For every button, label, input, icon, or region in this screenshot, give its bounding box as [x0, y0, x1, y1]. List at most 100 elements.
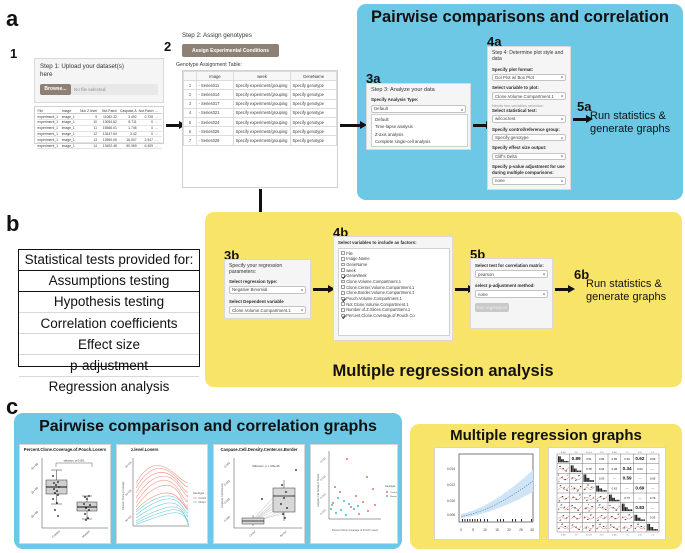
table-row[interactable]: 3- Series017 Specify experiment/grouping S… [183, 98, 337, 109]
graph-tile-boxplot-coverage: Percent.Clone.Coverage.of.Pouch.Losers 4… [19, 444, 111, 544]
geno-col-week: week [233, 70, 291, 82]
analysis-type-options-list[interactable]: Default Time-lapse analysis Z-axis analysi… [371, 113, 468, 147]
chevron-down-icon: ▾ [560, 135, 563, 141]
reg-xtick-2: 10 [483, 528, 487, 532]
reg-ytick-1: 0.010 [447, 499, 455, 503]
svg-text:Caspase Cell Density in Border: Caspase Cell Density in Border [317, 473, 320, 506]
checkbox-icon[interactable] [341, 296, 345, 301]
analysis-type-label: Specify Analysis Type: [371, 96, 419, 102]
checkbox-icon[interactable] [341, 308, 345, 312]
svg-text:4e+05: 4e+05 [30, 461, 39, 470]
scatter-correlation-svg: 0.003 0.002 0.001 0.000 Caspase Cell Den… [317, 450, 397, 532]
reg-field-value-0: Negative Binomial [232, 287, 268, 293]
svg-text:Border: Border [279, 529, 288, 537]
step-1-card: Step 1: Upload your dataset(s) here Brow… [34, 58, 164, 103]
field-select-0[interactable]: Dot Plot w/ Box Plot ▾ [492, 73, 566, 82]
correlation-value: 0.65 [650, 477, 656, 481]
step-5a-text: Run statistics & generate graphs [590, 110, 671, 135]
field-select-1[interactable]: Clone.Volume.Compartment.1 ▾ [492, 92, 566, 100]
field-label-5: Specify p-value adjustment for use durin… [492, 164, 565, 175]
analysis-type-select[interactable]: Default ▴ [371, 104, 466, 113]
analysis-option-1[interactable]: Time-lapse analysis [372, 123, 467, 131]
row-index: 5 [183, 116, 197, 128]
arrow-step1-to-step2 [166, 124, 180, 127]
correlation-value: 0.38 [612, 467, 618, 471]
row-index: 7 [183, 135, 197, 146]
svg-text:wilcoxon, p<0.001: wilcoxon, p<0.001 [64, 458, 85, 462]
checkbox-icon[interactable] [341, 313, 345, 318]
arrow-step3b-to-step4b [313, 288, 329, 291]
svg-text:0 20: 0 20 [638, 535, 642, 537]
checkbox-icon[interactable] [341, 285, 345, 289]
svg-text:2 8: 2 8 [575, 535, 578, 537]
correlation-value: 0.59 [623, 476, 632, 481]
field-select-4[interactable]: Cliff's Delta ▾ [492, 152, 566, 161]
field-select-5[interactable]: none ▾ [492, 177, 566, 185]
table-row[interactable]: 2- Series014 Specify experiment/grouping S… [183, 89, 337, 100]
svg-text:0e+00: 0e+00 [124, 514, 133, 523]
svg-text:0.003: 0.003 [223, 460, 231, 468]
image-cell: - Series024 [196, 116, 234, 128]
chevron-down-icon: ▾ [560, 93, 563, 99]
analysis-option-3[interactable]: Complete single-cell analysis [372, 138, 467, 146]
corr-field-select-0[interactable]: pearson ▾ [475, 270, 548, 279]
graph-tile-zlevel-lines: z.level.Losers 2e+05 1e+05 0e+00 Percent… [116, 444, 208, 544]
reg-field-label-1: Select Dependent variable [229, 298, 284, 304]
field-select-3[interactable]: Specify genotype ▾ [492, 133, 566, 142]
svg-text:Percent Clone Coverage: Percent Clone Coverage [121, 481, 125, 510]
checkbox-icon[interactable] [341, 291, 345, 295]
checkbox-icon[interactable] [341, 256, 345, 261]
svg-text:2e+05: 2e+05 [124, 460, 133, 469]
browse-button[interactable]: Browse... [40, 83, 71, 95]
correlation-value: — [638, 496, 641, 500]
checkbox-icon[interactable] [341, 251, 345, 255]
stat-list-item: Effect size [19, 334, 199, 356]
genotype-assignment-table: Image week GeneName 1- Series011 Specify … [182, 70, 338, 188]
stat-list-item: Hypothesis testing [19, 292, 199, 314]
table-row[interactable]: 6- Series026 Specify experiment/grouping S… [183, 126, 337, 137]
svg-text:2e+05: 2e+05 [30, 485, 39, 494]
arrow-step4b-to-step5b [455, 288, 469, 291]
stat-list-item: Assumptions testing [19, 271, 199, 293]
checkbox-icon[interactable] [341, 274, 345, 278]
table-row[interactable]: 7- Series029 Specify experiment/grouping S… [183, 135, 337, 146]
analysis-option-2[interactable]: Z-axis analysis [372, 131, 467, 139]
factor-label: Pouch.Volume.Compartment.1 [346, 296, 402, 302]
checkbox-icon[interactable] [341, 279, 345, 284]
factor-label: Number.of.Z.Slices.Compartment.1 [346, 307, 411, 313]
factor-label: Clone.Center.Volume.Compartment.1 [346, 284, 415, 290]
reg-field-select-0[interactable]: Negative Binomial ▾ [229, 285, 306, 294]
table-row[interactable]: 5- Series024 Specify experiment/grouping S… [183, 116, 337, 128]
table-row[interactable]: 4- Series021 Specify experiment/grouping S… [183, 107, 337, 118]
gene-cell: Specify genotype [290, 135, 337, 146]
table-row[interactable]: 1- Series011 Specify experiment/grouping S… [183, 80, 337, 91]
svg-text:0.003: 0.003 [319, 455, 327, 463]
boxplot-coverage-svg: 4e+05 2e+05 0e+00 Control Mutant wilcoxo… [30, 457, 108, 538]
checkbox-icon[interactable] [341, 262, 345, 267]
factor-checkbox-panel[interactable]: File Image.Name GeneName week GeneWeek Clone.… [338, 247, 450, 336]
reg-ytick-0: 0.008 [447, 513, 455, 517]
correlation-value: 0.89 [572, 456, 581, 461]
chevron-down-icon: ▾ [560, 153, 563, 159]
factor-label: Percent.Clone.Coverage.of.Pouch.Co [346, 313, 415, 319]
step-1-number: 1 [10, 46, 18, 61]
statistical-tests-list: Statistical tests provided for: Assumpti… [18, 249, 200, 393]
assign-experimental-conditions-button[interactable]: Assign Experimental Conditions [182, 44, 279, 57]
factor-checkbox-row[interactable]: Percent.Clone.Coverage.of.Pouch.Co [341, 313, 447, 319]
checkbox-icon[interactable] [341, 268, 345, 272]
reg-field-select-1[interactable]: Clone.Volume.Compartment.1 ▾ [229, 306, 306, 315]
graph-title-2: Caspase.Cell.Density.Center.vs.Border [220, 446, 298, 452]
checkbox-icon[interactable] [341, 302, 345, 307]
factor-label: GeneWeek [346, 273, 367, 279]
corr-field-select-1[interactable]: none ▾ [475, 290, 548, 299]
analysis-option-0[interactable]: Default [372, 116, 467, 124]
field-label-1: Select variable to plot: [492, 85, 539, 91]
field-value-2: wilcox.test [495, 116, 516, 122]
field-select-2[interactable]: wilcox.test ▾ [492, 115, 566, 123]
run-regression-button[interactable]: Run regression! [475, 303, 509, 313]
correlation-value: 0.63 [612, 486, 618, 490]
correlation-value: — [638, 477, 641, 481]
correlation-value: 0.34 [623, 466, 632, 471]
analysis-type-options: Default Time-lapse analysis Z-axis analysi… [372, 116, 467, 146]
factor-label: Clone.Border.Volume.Compartment.1 [346, 290, 415, 296]
